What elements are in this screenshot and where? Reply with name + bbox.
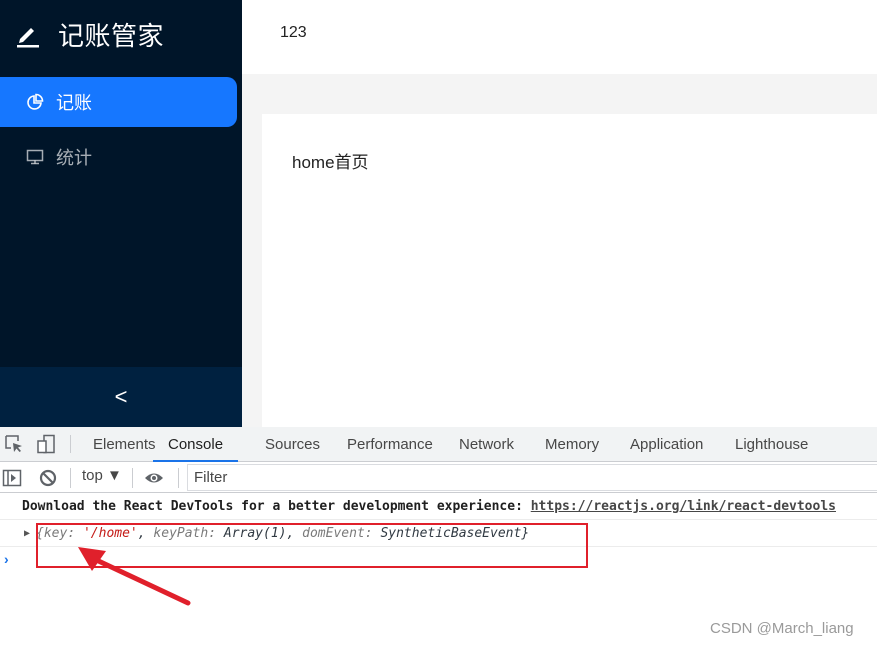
inspect-element-icon[interactable] (4, 434, 24, 454)
logo: 记账管家 (14, 14, 164, 54)
show-sidebar-icon[interactable] (2, 468, 22, 488)
menu-item-label: 记账 (56, 93, 92, 113)
tab-sources[interactable]: Sources (265, 427, 320, 462)
context-selector[interactable]: top ▼ (82, 467, 122, 484)
divider (70, 435, 71, 453)
console-filter-input[interactable] (187, 464, 877, 491)
home-content-text: home首页 (292, 153, 369, 172)
react-devtools-link[interactable]: https://reactjs.org/link/react-devtools (531, 499, 836, 514)
tab-memory[interactable]: Memory (545, 427, 599, 462)
content-area: home首页 (262, 114, 877, 427)
device-toolbar-icon[interactable] (36, 434, 56, 454)
tab-network[interactable]: Network (459, 427, 514, 462)
live-expression-eye-icon[interactable] (144, 468, 164, 488)
tab-elements[interactable]: Elements (93, 427, 156, 462)
header: 123 (242, 0, 877, 74)
pie-chart-icon (27, 93, 44, 110)
chevron-left-icon: < (114, 384, 128, 409)
watermark: CSDN @March_liang (710, 620, 854, 637)
sidebar: 记账管家 记账 统计 < (0, 0, 242, 427)
menu-item-statistics[interactable]: 统计 (0, 132, 237, 182)
tab-console[interactable]: Console (153, 427, 239, 462)
app-window: 记账管家 记账 统计 < 123 home首页 (0, 0, 877, 427)
tab-performance[interactable]: Performance (347, 427, 433, 462)
logged-object[interactable]: {key: '/home', keyPath: Array(1), domEve… (36, 521, 529, 546)
header-text: 123 (280, 24, 307, 41)
divider (132, 468, 133, 488)
divider (178, 468, 179, 488)
clear-console-icon[interactable] (38, 468, 58, 488)
edit-pen-icon (17, 28, 39, 48)
tab-lighthouse[interactable]: Lighthouse (735, 427, 808, 462)
tab-application[interactable]: Application (630, 427, 703, 462)
divider (70, 468, 71, 488)
annotation-arrow-icon (78, 547, 191, 606)
console-message: Download the React DevTools for a better… (0, 494, 877, 520)
menu-item-bookkeeping[interactable]: 记账 (0, 77, 237, 127)
expand-triangle-icon[interactable]: ▶ (24, 521, 30, 546)
collapse-sidebar-button[interactable]: < (0, 367, 242, 427)
desktop-icon (26, 149, 44, 165)
console-prompt-icon[interactable]: › (4, 551, 9, 567)
console-toolbar: top ▼ (0, 462, 877, 493)
console-message-text: Download the React DevTools for a better… (22, 499, 531, 514)
app-title: 记账管家 (58, 20, 165, 51)
menu-item-label: 统计 (56, 148, 92, 168)
console-log-object[interactable]: ▶ {key: '/home', keyPath: Array(1), domE… (0, 521, 877, 547)
devtools-panel: Elements Console Sources Performance Net… (0, 427, 877, 648)
devtools-tabbar: Elements Console Sources Performance Net… (0, 427, 877, 462)
